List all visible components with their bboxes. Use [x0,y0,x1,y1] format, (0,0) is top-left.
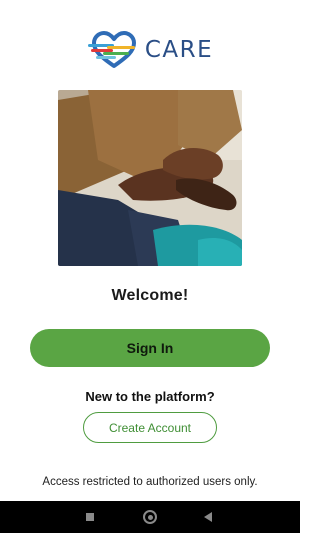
circle-home-icon[interactable] [143,510,157,524]
brand-name: CARE [144,37,214,63]
triangle-back-icon[interactable] [204,512,212,522]
sign-in-button[interactable]: Sign In [30,329,270,367]
welcome-title: Welcome! [111,287,189,304]
clasped-hands-photo [58,90,242,266]
access-notice: Access restricted to authorized users on… [42,476,258,488]
hero-image [58,90,242,266]
square-icon[interactable] [86,513,94,521]
app-logo: CARE [0,30,300,70]
heart-logo-icon [87,31,136,68]
new-user-prompt: New to the platform? [85,389,215,404]
system-navigation-bar [0,501,300,533]
create-account-button[interactable]: Create Account [83,412,217,443]
